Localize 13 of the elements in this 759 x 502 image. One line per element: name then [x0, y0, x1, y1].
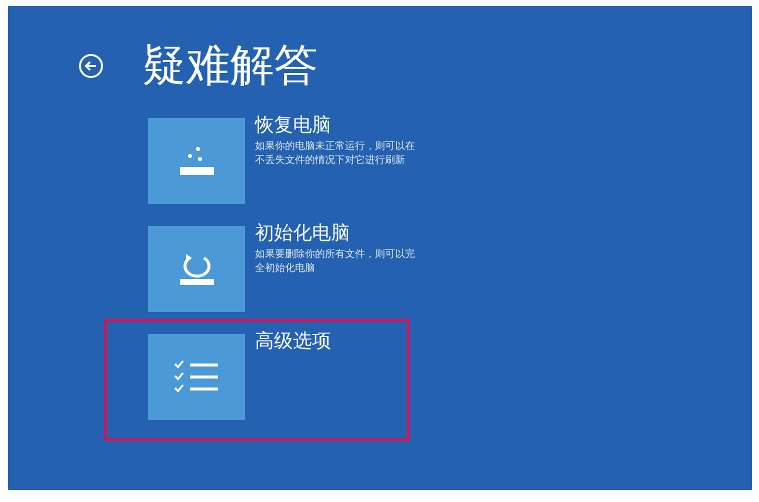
option-title[interactable]: 高级选项	[255, 328, 331, 354]
circular-arrow-disk-icon	[180, 252, 214, 286]
disk-sparkle-icon	[180, 145, 214, 177]
back-icon[interactable]	[78, 53, 104, 79]
option-title[interactable]: 初始化电脑	[255, 220, 417, 246]
page-title: 疑难解答	[142, 44, 318, 88]
option-tile[interactable]	[148, 118, 245, 204]
option-description: 如果你的电脑未正常运行，则可以在不丢失文件的情况下对它进行刷新	[255, 140, 416, 168]
option-description: 如果要删除你的所有文件，则可以完全初始化电脑	[255, 248, 416, 276]
checklist-icon	[174, 360, 220, 394]
option-title[interactable]: 恢复电脑	[255, 112, 417, 138]
option-tile[interactable]	[148, 334, 245, 420]
option-tile[interactable]	[148, 226, 245, 312]
